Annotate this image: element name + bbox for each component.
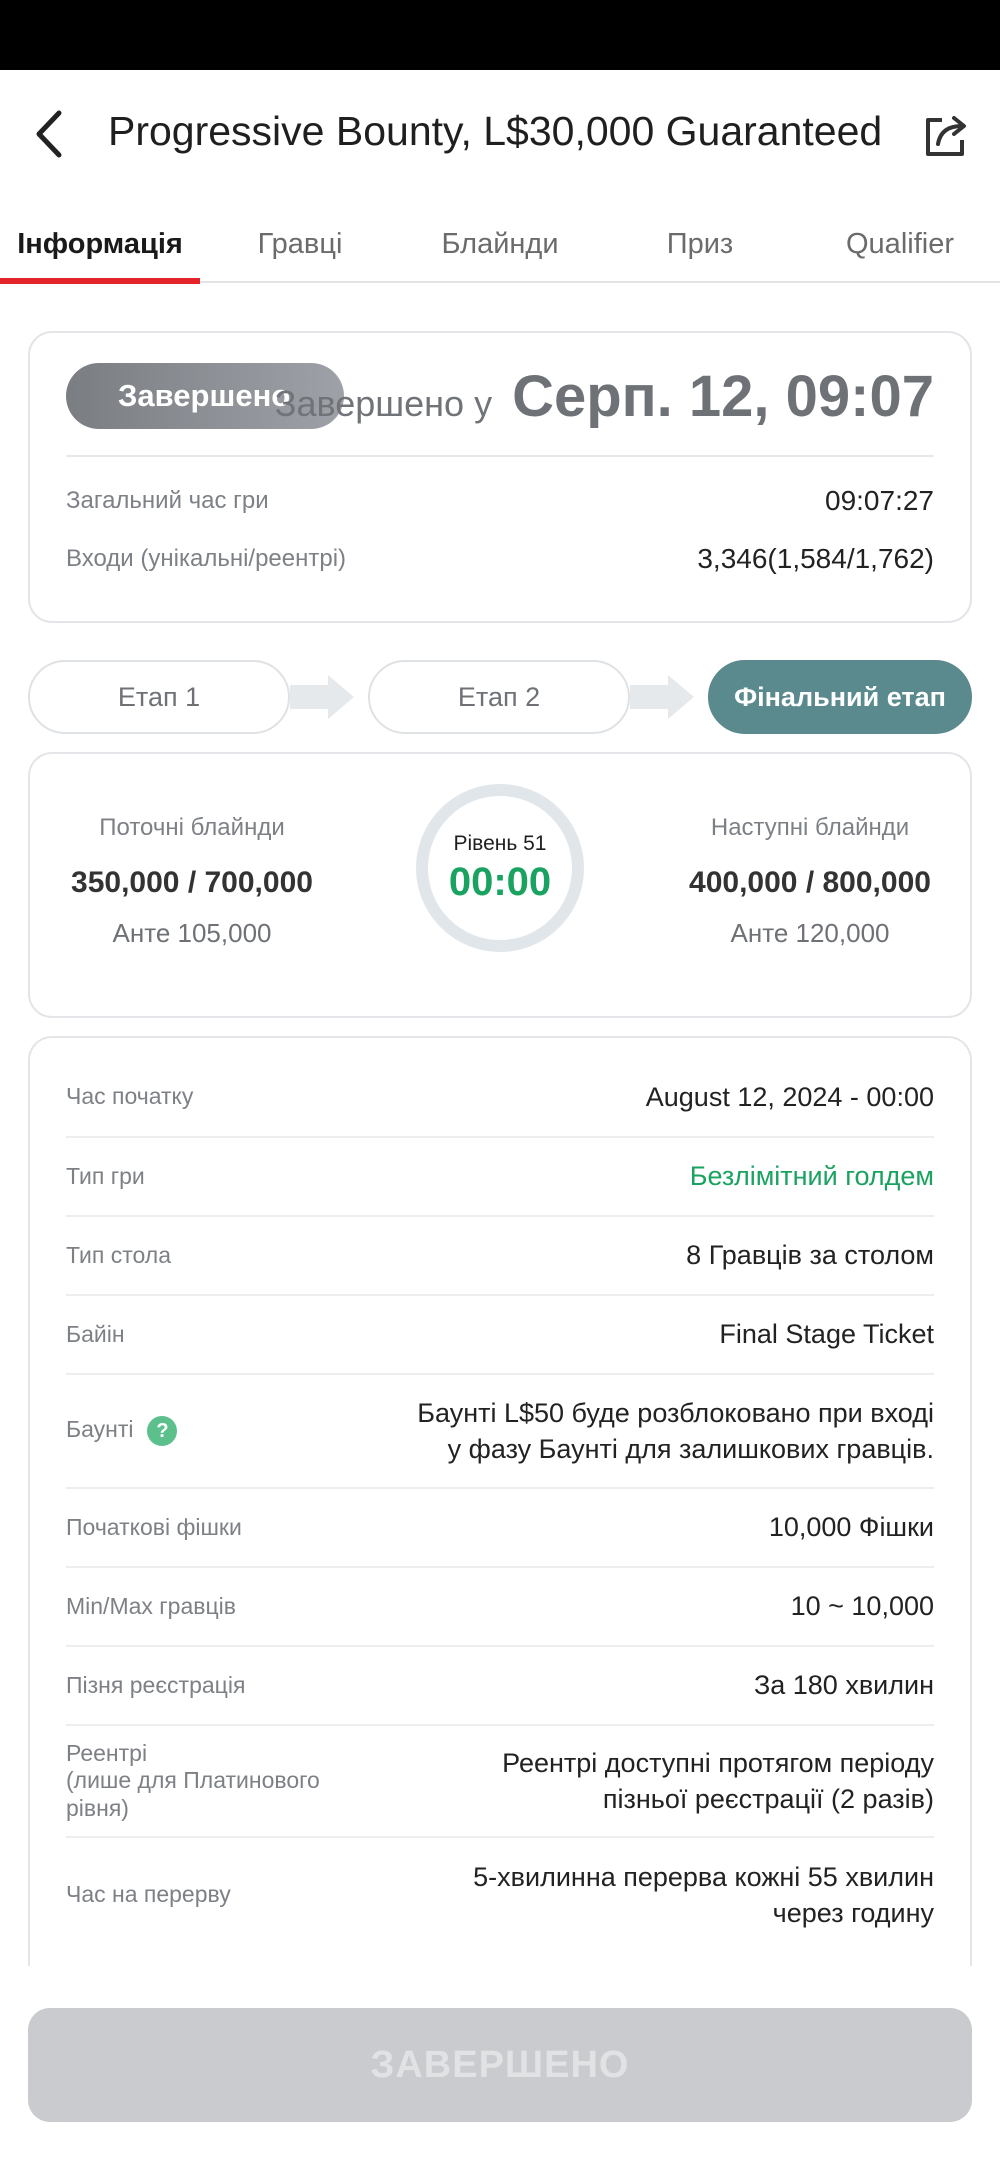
tab-blinds[interactable]: Блайнди [400, 205, 600, 283]
timer-value: 00:00 [448, 859, 552, 904]
total-time-row: Загальний час гри 09:07:27 [66, 485, 934, 517]
divider [66, 455, 934, 457]
reentry-line-1: Реентрі доступні протягом періоду [502, 1747, 934, 1778]
buyin-label: Байін [66, 1320, 125, 1347]
status-bar [0, 0, 1000, 70]
current-ante: Анте 105,000 [112, 918, 272, 948]
players-value: 10 ~ 10,000 [790, 1591, 934, 1622]
finished-button[interactable]: ЗАВЕРШЕНО [28, 2008, 972, 2122]
chevron-left-icon [36, 110, 62, 158]
chips-value: 10,000 Фішки [768, 1512, 934, 1543]
tab-prize[interactable]: Приз [600, 205, 800, 283]
bounty-value: Баунті L$50 буде розблоковано при вході … [417, 1395, 934, 1468]
tab-players[interactable]: Гравці [200, 205, 400, 283]
late-reg-label: Пізня реєстрація [66, 1671, 246, 1698]
players-label: Min/Max гравців [66, 1592, 236, 1619]
total-time-value: 09:07:27 [825, 485, 934, 516]
finished-at-value: Серп. 12, 09:07 [512, 364, 934, 429]
info-row-start-time: Час початку August 12, 2024 - 00:00 [66, 1058, 934, 1138]
level-label: Рівень 51 [453, 831, 547, 855]
header: Progressive Bounty, L$30,000 Guaranteed [0, 70, 1000, 195]
info-row-break: Час на перерву 5-хвилинна перерва кожні … [66, 1838, 934, 1952]
reentry-line-2: пізньої реєстрації (2 разів) [602, 1784, 934, 1814]
back-button[interactable] [24, 106, 72, 162]
start-time-label: Час початку [66, 1083, 194, 1110]
total-time-label: Загальний час гри [66, 487, 269, 514]
chips-label: Початкові фішки [66, 1513, 242, 1540]
info-row-buyin: Байін Final Stage Ticket [66, 1296, 934, 1375]
table-type-value: 8 Гравців за столом [686, 1240, 934, 1271]
current-blinds-value: 350,000 / 700,000 [71, 866, 313, 899]
late-reg-value: За 180 хвилин [753, 1670, 934, 1701]
reentry-label-line-3: рівня) [66, 1794, 129, 1821]
current-blinds: Поточні блайнди 350,000 / 700,000 Анте 1… [42, 814, 342, 949]
current-blinds-label: Поточні блайнди [99, 814, 285, 841]
stage-1[interactable]: Етап 1 [28, 660, 290, 734]
break-value: 5-хвилинна перерва кожні 55 хвилин через… [473, 1859, 934, 1932]
level-timer: Рівень 51 00:00 [416, 784, 584, 952]
tab-bar: Інформація Гравці Блайнди Приз Qualifier [0, 205, 1000, 284]
next-blinds-label: Наступні блайнди [710, 814, 910, 841]
next-ante: Анте 120,000 [730, 918, 890, 948]
question-icon[interactable]: ? [147, 1416, 178, 1446]
info-row-reentry: Реентрі (лише для Платинового рівня) Рее… [66, 1726, 934, 1838]
entries-value: 3,346(1,584/1,762) [697, 543, 934, 574]
bounty-line-2: у фазу Баунті для залишкових гравців. [447, 1434, 934, 1464]
info-row-late-reg: Пізня реєстрація За 180 хвилин [66, 1647, 934, 1726]
reentry-label-line-2: (лише для Платинового [66, 1767, 320, 1794]
info-row-game-type: Тип гри Безлімітний голдем [66, 1138, 934, 1217]
page-title: Progressive Bounty, L$30,000 Guaranteed [108, 108, 883, 154]
info-row-bounty: Баунті? Баунті L$50 буде розблоковано пр… [66, 1375, 934, 1489]
stage-final[interactable]: Фінальний етап [708, 660, 972, 734]
reentry-value: Реентрі доступні протягом періоду пізньо… [502, 1745, 934, 1818]
entries-row: Входи (унікальні/реентрі) 3,346(1,584/1,… [66, 543, 934, 575]
table-type-label: Тип стола [66, 1241, 172, 1268]
reentry-label: Реентрі (лише для Платинового рівня) [66, 1740, 320, 1823]
buyin-value: Final Stage Ticket [719, 1319, 934, 1350]
finished-at-label: Завершено у [274, 383, 493, 424]
next-blinds: Наступні блайнди 400,000 / 800,000 Анте … [660, 814, 960, 949]
finished-at: Завершено у Серп. 12, 09:07 [275, 363, 934, 430]
info-row-table-type: Тип стола 8 Гравців за столом [66, 1217, 934, 1296]
bounty-label-wrap: Баунті? [66, 1416, 178, 1446]
info-row-players: Min/Max гравців 10 ~ 10,000 [66, 1568, 934, 1647]
reentry-label-line-1: Реентрі [66, 1739, 148, 1766]
bounty-label: Баунті [66, 1416, 134, 1443]
tab-qualifier[interactable]: Qualifier [800, 205, 1000, 283]
arrow-right-icon [630, 675, 694, 719]
game-type-label: Тип гри [66, 1162, 145, 1189]
status-card: Завершено Завершено у Серп. 12, 09:07 За… [28, 331, 972, 623]
share-icon [926, 116, 966, 156]
entries-label: Входи (унікальні/реентрі) [66, 545, 347, 572]
break-line-2: через годину [772, 1898, 934, 1928]
info-row-starting-chips: Початкові фішки 10,000 Фішки [66, 1489, 934, 1568]
tab-info[interactable]: Інформація [0, 205, 200, 283]
arrow-right-icon [290, 675, 354, 719]
start-time-value: August 12, 2024 - 00:00 [645, 1081, 934, 1112]
tournament-info-card: Час початку August 12, 2024 - 00:00 Тип … [28, 1036, 972, 1966]
share-button[interactable] [918, 108, 974, 164]
break-line-1: 5-хвилинна перерва кожні 55 хвилин [473, 1861, 934, 1892]
break-label: Час на перерву [66, 1881, 231, 1908]
next-blinds-value: 400,000 / 800,000 [689, 866, 931, 899]
blinds-card: Поточні блайнди 350,000 / 700,000 Анте 1… [28, 752, 972, 1018]
game-type-value: Безлімітний голдем [689, 1161, 934, 1192]
active-tab-indicator [0, 278, 200, 284]
bounty-line-1: Баунті L$50 буде розблоковано при вході [417, 1397, 934, 1428]
bottom-bar: ЗАВЕРШЕНО [0, 1966, 1000, 2167]
stage-selector: Етап 1 Етап 2 Фінальний етап [28, 660, 972, 734]
stage-2[interactable]: Етап 2 [368, 660, 630, 734]
